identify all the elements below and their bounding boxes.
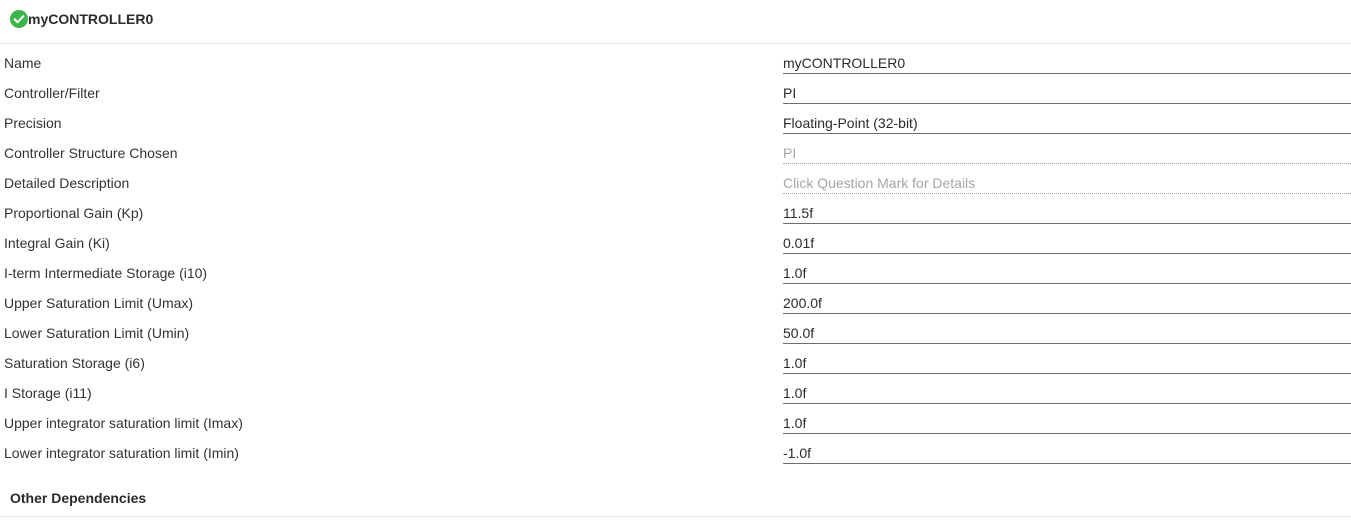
property-row-controller-filter: Controller/Filter PI	[0, 78, 1351, 108]
property-row-structure: Controller Structure Chosen PI	[0, 138, 1351, 168]
i11-field[interactable]: 1.0f	[783, 382, 1351, 404]
property-row-i11: I Storage (i11) 1.0f	[0, 378, 1351, 408]
property-label: Proportional Gain (Kp)	[4, 205, 144, 221]
imax-field[interactable]: 1.0f	[783, 412, 1351, 434]
property-label: Name	[4, 55, 42, 71]
property-label: Lower integrator saturation limit (Imin)	[4, 445, 239, 461]
kp-field[interactable]: 11.5f	[783, 202, 1351, 224]
i6-field[interactable]: 1.0f	[783, 352, 1351, 374]
property-row-i6: Saturation Storage (i6) 1.0f	[0, 348, 1351, 378]
controller-filter-select[interactable]: PI	[783, 82, 1351, 104]
imin-field[interactable]: -1.0f	[783, 442, 1351, 464]
detailed-description-readonly: Click Question Mark for Details	[783, 172, 1351, 194]
other-dependencies-heading: Other Dependencies	[10, 490, 147, 506]
property-row-imin: Lower integrator saturation limit (Imin)…	[0, 438, 1351, 468]
other-dependencies-section[interactable]: Other Dependencies	[0, 473, 1351, 517]
property-label: Controller/Filter	[4, 85, 100, 101]
component-title: myCONTROLLER0	[28, 11, 154, 27]
component-header: myCONTROLLER0	[0, 0, 1351, 44]
property-row-ki: Integral Gain (Ki) 0.01f	[0, 228, 1351, 258]
property-label: Upper Saturation Limit (Umax)	[4, 295, 194, 311]
precision-select[interactable]: Floating-Point (32-bit)	[783, 112, 1351, 134]
property-row-imax: Upper integrator saturation limit (Imax)…	[0, 408, 1351, 438]
property-label: I Storage (i11)	[4, 385, 92, 401]
properties-table: Name myCONTROLLER0 Controller/Filter PI …	[0, 48, 1351, 468]
property-label: Lower Saturation Limit (Umin)	[4, 325, 190, 341]
property-label: Saturation Storage (i6)	[4, 355, 145, 371]
property-row-name: Name myCONTROLLER0	[0, 48, 1351, 78]
property-label: Precision	[4, 115, 62, 131]
i10-field[interactable]: 1.0f	[783, 262, 1351, 284]
property-row-description: Detailed Description Click Question Mark…	[0, 168, 1351, 198]
property-label: I-term Intermediate Storage (i10)	[4, 265, 208, 281]
controller-structure-readonly: PI	[783, 142, 1351, 164]
property-label: Upper integrator saturation limit (Imax)	[4, 415, 243, 431]
property-row-i10: I-term Intermediate Storage (i10) 1.0f	[0, 258, 1351, 288]
umin-field[interactable]: 50.0f	[783, 322, 1351, 344]
ki-field[interactable]: 0.01f	[783, 232, 1351, 254]
property-row-umax: Upper Saturation Limit (Umax) 200.0f	[0, 288, 1351, 318]
property-row-precision: Precision Floating-Point (32-bit)	[0, 108, 1351, 138]
property-label: Integral Gain (Ki)	[4, 235, 110, 251]
check-circle-icon	[10, 10, 28, 28]
name-field[interactable]: myCONTROLLER0	[783, 52, 1351, 74]
property-row-umin: Lower Saturation Limit (Umin) 50.0f	[0, 318, 1351, 348]
property-label: Detailed Description	[4, 175, 130, 191]
property-label: Controller Structure Chosen	[4, 145, 178, 161]
property-row-kp: Proportional Gain (Kp) 11.5f	[0, 198, 1351, 228]
umax-field[interactable]: 200.0f	[783, 292, 1351, 314]
